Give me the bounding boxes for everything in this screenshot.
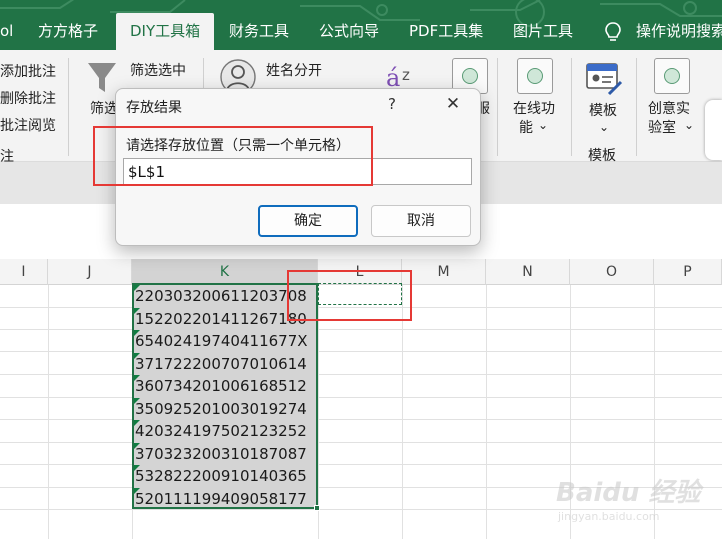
lightbulb-icon <box>605 22 621 41</box>
chevron-down-icon[interactable]: ⌄ <box>599 120 609 134</box>
creative-lab-label-2[interactable]: 验室 <box>648 117 676 137</box>
tab-diy-toolbox[interactable]: DIY工具箱 <box>116 13 215 50</box>
baidu-watermark: Baidu 经验 jingyan.baidu.com <box>556 470 716 532</box>
group-separator <box>68 58 69 156</box>
grid-line <box>0 442 722 443</box>
cell-K4[interactable]: 371722200707010614 <box>135 353 315 375</box>
close-icon[interactable]: ✕ <box>440 93 466 115</box>
grid-line <box>0 374 722 375</box>
grid-line <box>486 285 487 539</box>
help-search[interactable]: 操作说明搜索 <box>636 13 722 50</box>
grid-line <box>0 351 722 352</box>
column-header-N[interactable]: N <box>486 259 570 285</box>
chevron-down-icon[interactable]: ⌄ <box>538 118 548 132</box>
callout-target-cell <box>287 270 412 321</box>
add-comment-button[interactable]: 添加批注 <box>0 61 56 81</box>
column-header-O[interactable]: O <box>570 259 654 285</box>
cell-K8[interactable]: 370323200310187087 <box>135 443 315 465</box>
online-function-label[interactable]: 在线功 <box>513 98 555 118</box>
tab-finance-tools[interactable]: 财务工具 <box>229 13 289 50</box>
creative-lab-label[interactable]: 创意实 <box>648 98 690 118</box>
column-header-P[interactable]: P <box>654 259 722 285</box>
column-header-J[interactable]: J <box>48 259 132 285</box>
filter-funnel-icon <box>88 63 116 92</box>
delete-comment-button[interactable]: 删除批注 <box>0 88 56 108</box>
online-function-icon[interactable] <box>517 58 553 94</box>
creative-lab-icon[interactable] <box>654 58 690 94</box>
cell-K6[interactable]: 350925201003019274 <box>135 398 315 420</box>
watermark-logo-text: Baidu 经验 <box>556 478 701 508</box>
tab-fangfang[interactable]: 方方格子 <box>38 13 98 50</box>
filter-label[interactable]: 筛选 <box>90 98 118 118</box>
chevron-down-icon[interactable]: ⌄ <box>684 118 694 132</box>
grid-line <box>402 285 403 539</box>
tab-formula-wizard[interactable]: 公式向导 <box>319 13 379 50</box>
callout-dialog-input <box>93 126 373 186</box>
cell-K7[interactable]: 420324197502123252 <box>135 420 315 442</box>
ribbon-scroll-handle[interactable] <box>705 100 722 160</box>
tab-pdf-tools[interactable]: PDF工具集 <box>409 13 483 50</box>
ok-button[interactable]: 确定 <box>258 205 358 237</box>
grid-line <box>318 285 319 539</box>
cell-K3[interactable]: 65402419740411677X <box>135 330 315 352</box>
column-header-I[interactable]: I <box>0 259 48 285</box>
group-separator <box>571 58 572 156</box>
svg-text:z: z <box>402 66 410 84</box>
online-function-label-2[interactable]: 能 <box>519 117 533 137</box>
cancel-button[interactable]: 取消 <box>371 205 471 237</box>
dialog-title: 存放结果 <box>126 100 182 116</box>
filter-selected-button[interactable]: 筛选选中 <box>130 60 186 80</box>
view-comment-button[interactable]: 批注阅览 <box>0 115 56 135</box>
group-separator <box>636 58 637 156</box>
cell-K9[interactable]: 532822200910140365 <box>135 465 315 487</box>
cell-K5[interactable]: 360734201006168512 <box>135 375 315 397</box>
grid-line <box>0 419 722 420</box>
grid-line <box>0 329 722 330</box>
help-icon[interactable]: ? <box>388 95 396 113</box>
tab-tool[interactable]: ol <box>0 13 13 50</box>
group-separator <box>497 58 498 156</box>
column-header-M[interactable]: M <box>402 259 486 285</box>
template-button[interactable]: 模板 <box>589 100 617 120</box>
watermark-url: jingyan.baidu.com <box>558 510 660 523</box>
tab-image-tools[interactable]: 图片工具 <box>513 13 573 50</box>
grid-line <box>0 397 722 398</box>
grid-line <box>0 464 722 465</box>
ribbon-tab-bar: ol 方方格子 DIY工具箱 财务工具 公式向导 PDF工具集 图片工具 操作说… <box>0 0 722 50</box>
cell-K10[interactable]: 520111199409058177 <box>135 488 315 510</box>
template-card-icon <box>586 63 623 96</box>
name-split-button[interactable]: 姓名分开 <box>266 60 322 80</box>
grid-line <box>48 285 49 539</box>
